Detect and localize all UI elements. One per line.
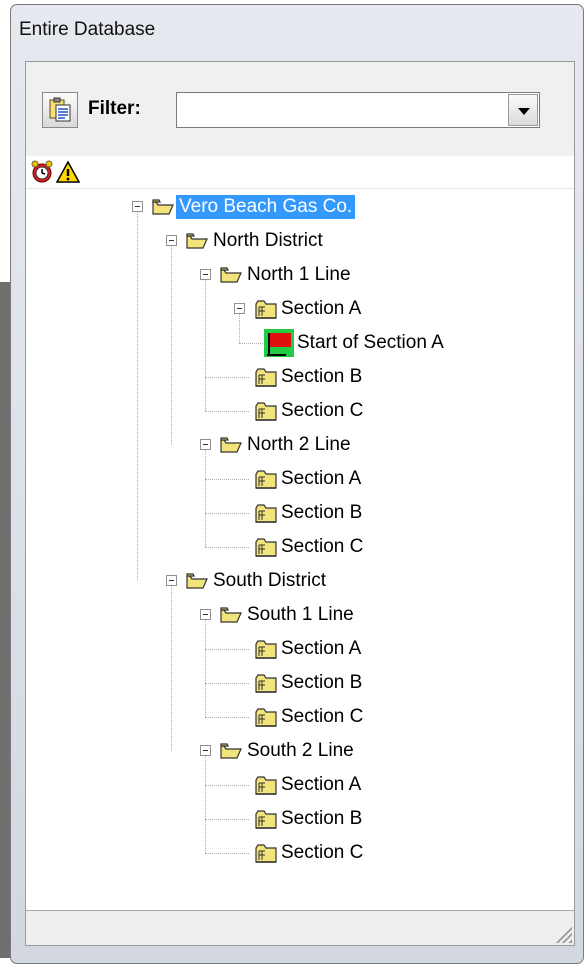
collapse-toggle-icon[interactable]: [200, 439, 211, 450]
tree-guide-line: [205, 513, 249, 514]
collapse-toggle-icon[interactable]: [132, 201, 143, 212]
tree-node[interactable]: North 2 Line: [26, 428, 574, 462]
database-window: Entire Database Filter: Vero Beach Gas C…: [10, 4, 584, 964]
open-folder-icon: [220, 742, 242, 765]
tree-guide-line: [205, 717, 249, 718]
tree-node-label: Section C: [281, 842, 364, 863]
open-folder-icon: [220, 266, 242, 289]
tree-guide-line: [205, 785, 249, 786]
tree-view[interactable]: Vero Beach Gas Co. North District North …: [26, 190, 574, 890]
red-flag-icon: [264, 329, 294, 362]
tree-node-label: North 2 Line: [247, 434, 351, 455]
tree-node[interactable]: Section A: [26, 292, 574, 326]
tree-node[interactable]: North 1 Line: [26, 258, 574, 292]
tree-node-label: Section B: [281, 366, 363, 387]
tree-node[interactable]: Section B: [26, 496, 574, 530]
tree-node-label: Vero Beach Gas Co.: [176, 195, 356, 219]
tree-node-label: South 1 Line: [247, 604, 354, 625]
tree-leaf-item[interactable]: Start of Section A: [26, 326, 574, 360]
tree-node-label: Section C: [281, 400, 364, 421]
section-folder-icon: [254, 808, 278, 835]
tree-node[interactable]: Section C: [26, 836, 574, 870]
collapse-toggle-icon[interactable]: [234, 303, 245, 314]
resize-grip-icon[interactable]: [554, 925, 572, 943]
tree-node-label: Section B: [281, 672, 363, 693]
window-content: Filter: Vero Beach Gas Co. North Distric…: [25, 61, 575, 946]
window-title: Entire Database: [19, 19, 156, 40]
tree-node-label: Section A: [281, 638, 362, 659]
collapse-toggle-icon[interactable]: [166, 575, 177, 586]
tree-node[interactable]: Section A: [26, 632, 574, 666]
section-folder-icon: [254, 774, 278, 801]
collapse-toggle-icon[interactable]: [200, 609, 211, 620]
open-folder-icon: [152, 198, 174, 221]
tree-guide-line: [205, 649, 249, 650]
tree-guide-line: [205, 411, 249, 412]
tree-guide-line: [205, 853, 249, 854]
section-folder-icon: [254, 366, 278, 393]
tree-guide-line: [205, 479, 249, 480]
tree-node-label: North District: [213, 230, 323, 251]
collapse-toggle-icon[interactable]: [166, 235, 177, 246]
tree-guide-line: [205, 377, 249, 378]
open-folder-icon: [220, 606, 242, 629]
tree-node-label: South 2 Line: [247, 740, 354, 761]
clipboard-report-icon: [49, 97, 71, 122]
filter-input[interactable]: [179, 95, 501, 125]
section-folder-icon: [254, 842, 278, 869]
section-folder-icon: [254, 638, 278, 665]
tree-guide-line: [205, 683, 249, 684]
tree-node-label: Section C: [281, 706, 364, 727]
tree-node-label: Section B: [281, 808, 363, 829]
section-folder-icon: [254, 400, 278, 427]
tree-node[interactable]: Section B: [26, 360, 574, 394]
tree-node[interactable]: North District: [26, 224, 574, 258]
alarm-clock-icon[interactable]: [30, 160, 54, 184]
tree-node[interactable]: Section C: [26, 700, 574, 734]
tree-node-label: Start of Section A: [297, 332, 444, 353]
tree-node[interactable]: Section C: [26, 530, 574, 564]
status-icon-bar: [26, 156, 574, 189]
filter-label: Filter:: [88, 98, 141, 119]
tree-guide-line: [205, 547, 249, 548]
filter-dropdown-button[interactable]: [508, 94, 538, 126]
tree-node[interactable]: South 1 Line: [26, 598, 574, 632]
tree-node[interactable]: Section B: [26, 802, 574, 836]
report-button[interactable]: [42, 92, 78, 128]
tree-node[interactable]: South District: [26, 564, 574, 598]
section-folder-icon: [254, 706, 278, 733]
section-folder-icon: [254, 502, 278, 529]
tree-node-label: North 1 Line: [247, 264, 351, 285]
tree-node-label: Section C: [281, 536, 364, 557]
tree-node-label: Section A: [281, 468, 362, 489]
tree-node-label: Section A: [281, 298, 362, 319]
tree-guide-line: [205, 819, 249, 820]
tree-node-label: Section A: [281, 774, 362, 795]
open-folder-icon: [220, 436, 242, 459]
tree-node[interactable]: Section C: [26, 394, 574, 428]
tree-node[interactable]: Section B: [26, 666, 574, 700]
tree-node[interactable]: South 2 Line: [26, 734, 574, 768]
tree-node[interactable]: Section A: [26, 768, 574, 802]
tree-node[interactable]: Vero Beach Gas Co.: [26, 190, 574, 224]
open-folder-icon: [186, 572, 208, 595]
section-folder-icon: [254, 672, 278, 699]
tree-node-label: Section B: [281, 502, 363, 523]
filter-combobox[interactable]: [176, 92, 540, 128]
collapse-toggle-icon[interactable]: [200, 745, 211, 756]
section-folder-icon: [254, 536, 278, 563]
open-folder-icon: [186, 232, 208, 255]
toolbar: Filter:: [26, 62, 574, 157]
section-folder-icon: [254, 468, 278, 495]
tree-node-label: South District: [213, 570, 326, 591]
section-folder-icon: [254, 298, 278, 325]
warning-icon[interactable]: [56, 160, 80, 184]
status-bar: [26, 910, 574, 945]
collapse-toggle-icon[interactable]: [200, 269, 211, 280]
tree-node[interactable]: Section A: [26, 462, 574, 496]
